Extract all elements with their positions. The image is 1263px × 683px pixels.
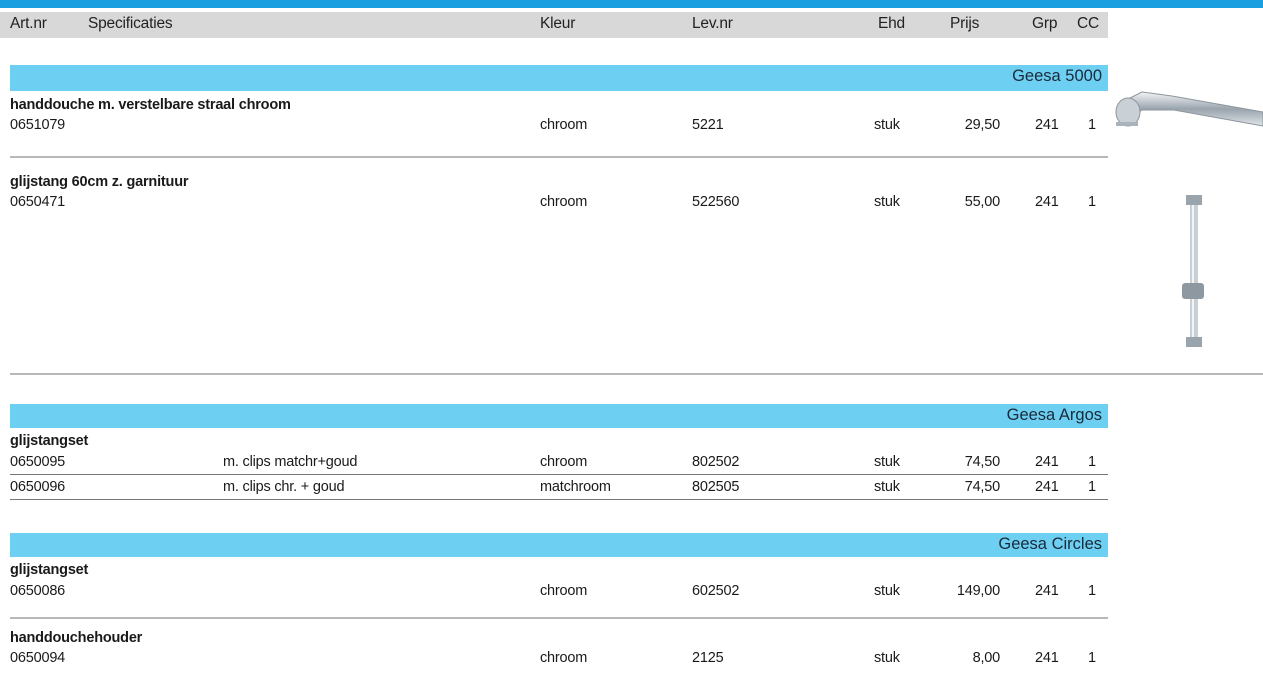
item-artnr: 0650096 bbox=[10, 479, 66, 495]
col-artnr: Art.nr bbox=[10, 15, 47, 32]
item-kleur: chroom bbox=[540, 194, 588, 210]
item-cc: 1 bbox=[1088, 583, 1096, 599]
item-artnr: 0650094 bbox=[10, 650, 66, 666]
item-artnr: 0650095 bbox=[10, 454, 66, 470]
section-title: Geesa 5000 bbox=[1012, 67, 1102, 85]
item-artnr: 0650086 bbox=[10, 583, 66, 599]
row-separator bbox=[10, 156, 1108, 158]
handshower-image bbox=[1115, 91, 1263, 127]
item-kleur: chroom bbox=[540, 583, 588, 599]
item-kleur: chroom bbox=[540, 454, 588, 470]
item-cc: 1 bbox=[1088, 650, 1096, 666]
col-kleur: Kleur bbox=[540, 15, 576, 32]
item-levnr: 5221 bbox=[692, 117, 724, 133]
item-cc: 1 bbox=[1088, 454, 1096, 470]
item-levnr: 802502 bbox=[692, 454, 740, 470]
row-separator bbox=[10, 617, 1108, 619]
item-ehd: stuk bbox=[874, 117, 900, 133]
item-cc: 1 bbox=[1088, 117, 1096, 133]
section-band-geesa-circles: Geesa Circles bbox=[10, 533, 1108, 557]
section-title: Geesa Circles bbox=[998, 535, 1102, 553]
section-band-geesa-argos: Geesa Argos bbox=[10, 404, 1108, 428]
item-ehd: stuk bbox=[874, 194, 900, 210]
section-title: Geesa Argos bbox=[1006, 406, 1102, 424]
item-grp: 241 bbox=[1035, 583, 1059, 599]
item-ehd: stuk bbox=[874, 454, 900, 470]
item-levnr: 602502 bbox=[692, 583, 740, 599]
col-spec: Specificaties bbox=[88, 15, 173, 32]
col-cc: CC bbox=[1077, 15, 1099, 32]
top-accent-bar bbox=[0, 0, 1263, 8]
item-levnr: 522560 bbox=[692, 194, 740, 210]
item-grp: 241 bbox=[1035, 650, 1059, 666]
item-prijs: 149,00 bbox=[956, 583, 1000, 599]
item-name: handdouchehouder bbox=[10, 630, 143, 646]
item-prijs: 74,50 bbox=[964, 454, 1000, 470]
item-name: glijstang 60cm z. garnituur bbox=[10, 174, 189, 190]
item-ehd: stuk bbox=[874, 650, 900, 666]
item-name: glijstangset bbox=[10, 562, 89, 578]
item-ehd: stuk bbox=[874, 479, 900, 495]
item-prijs: 74,50 bbox=[964, 479, 1000, 495]
item-cc: 1 bbox=[1088, 479, 1096, 495]
item-kleur: chroom bbox=[540, 117, 588, 133]
row-rule bbox=[10, 474, 1108, 475]
item-spec: m. clips matchr+goud bbox=[223, 454, 358, 470]
item-grp: 241 bbox=[1035, 117, 1059, 133]
item-kleur: chroom bbox=[540, 650, 588, 666]
item-cc: 1 bbox=[1088, 194, 1096, 210]
row-rule bbox=[10, 499, 1108, 500]
item-levnr: 2125 bbox=[692, 650, 724, 666]
item-grp: 241 bbox=[1035, 479, 1059, 495]
col-grp: Grp bbox=[1032, 15, 1058, 32]
item-grp: 241 bbox=[1035, 194, 1059, 210]
item-prijs: 55,00 bbox=[964, 194, 1000, 210]
col-prijs: Prijs bbox=[950, 15, 980, 32]
slide-rail-image bbox=[1182, 195, 1204, 347]
item-name: glijstangset bbox=[10, 433, 89, 449]
item-prijs: 29,50 bbox=[964, 117, 1000, 133]
item-levnr: 802505 bbox=[692, 479, 740, 495]
col-levnr: Lev.nr bbox=[692, 15, 733, 32]
section-band-geesa-5000: Geesa 5000 bbox=[10, 65, 1108, 91]
item-name: handdouche m. verstelbare straal chroom bbox=[10, 97, 291, 113]
section-separator bbox=[10, 373, 1263, 375]
item-artnr: 0651079 bbox=[10, 117, 66, 133]
item-prijs: 8,00 bbox=[972, 650, 1001, 666]
item-grp: 241 bbox=[1035, 454, 1059, 470]
col-ehd: Ehd bbox=[878, 15, 905, 32]
item-ehd: stuk bbox=[874, 583, 900, 599]
item-spec: m. clips chr. + goud bbox=[223, 479, 345, 495]
item-kleur: matchroom bbox=[540, 479, 611, 495]
item-artnr: 0650471 bbox=[10, 194, 66, 210]
